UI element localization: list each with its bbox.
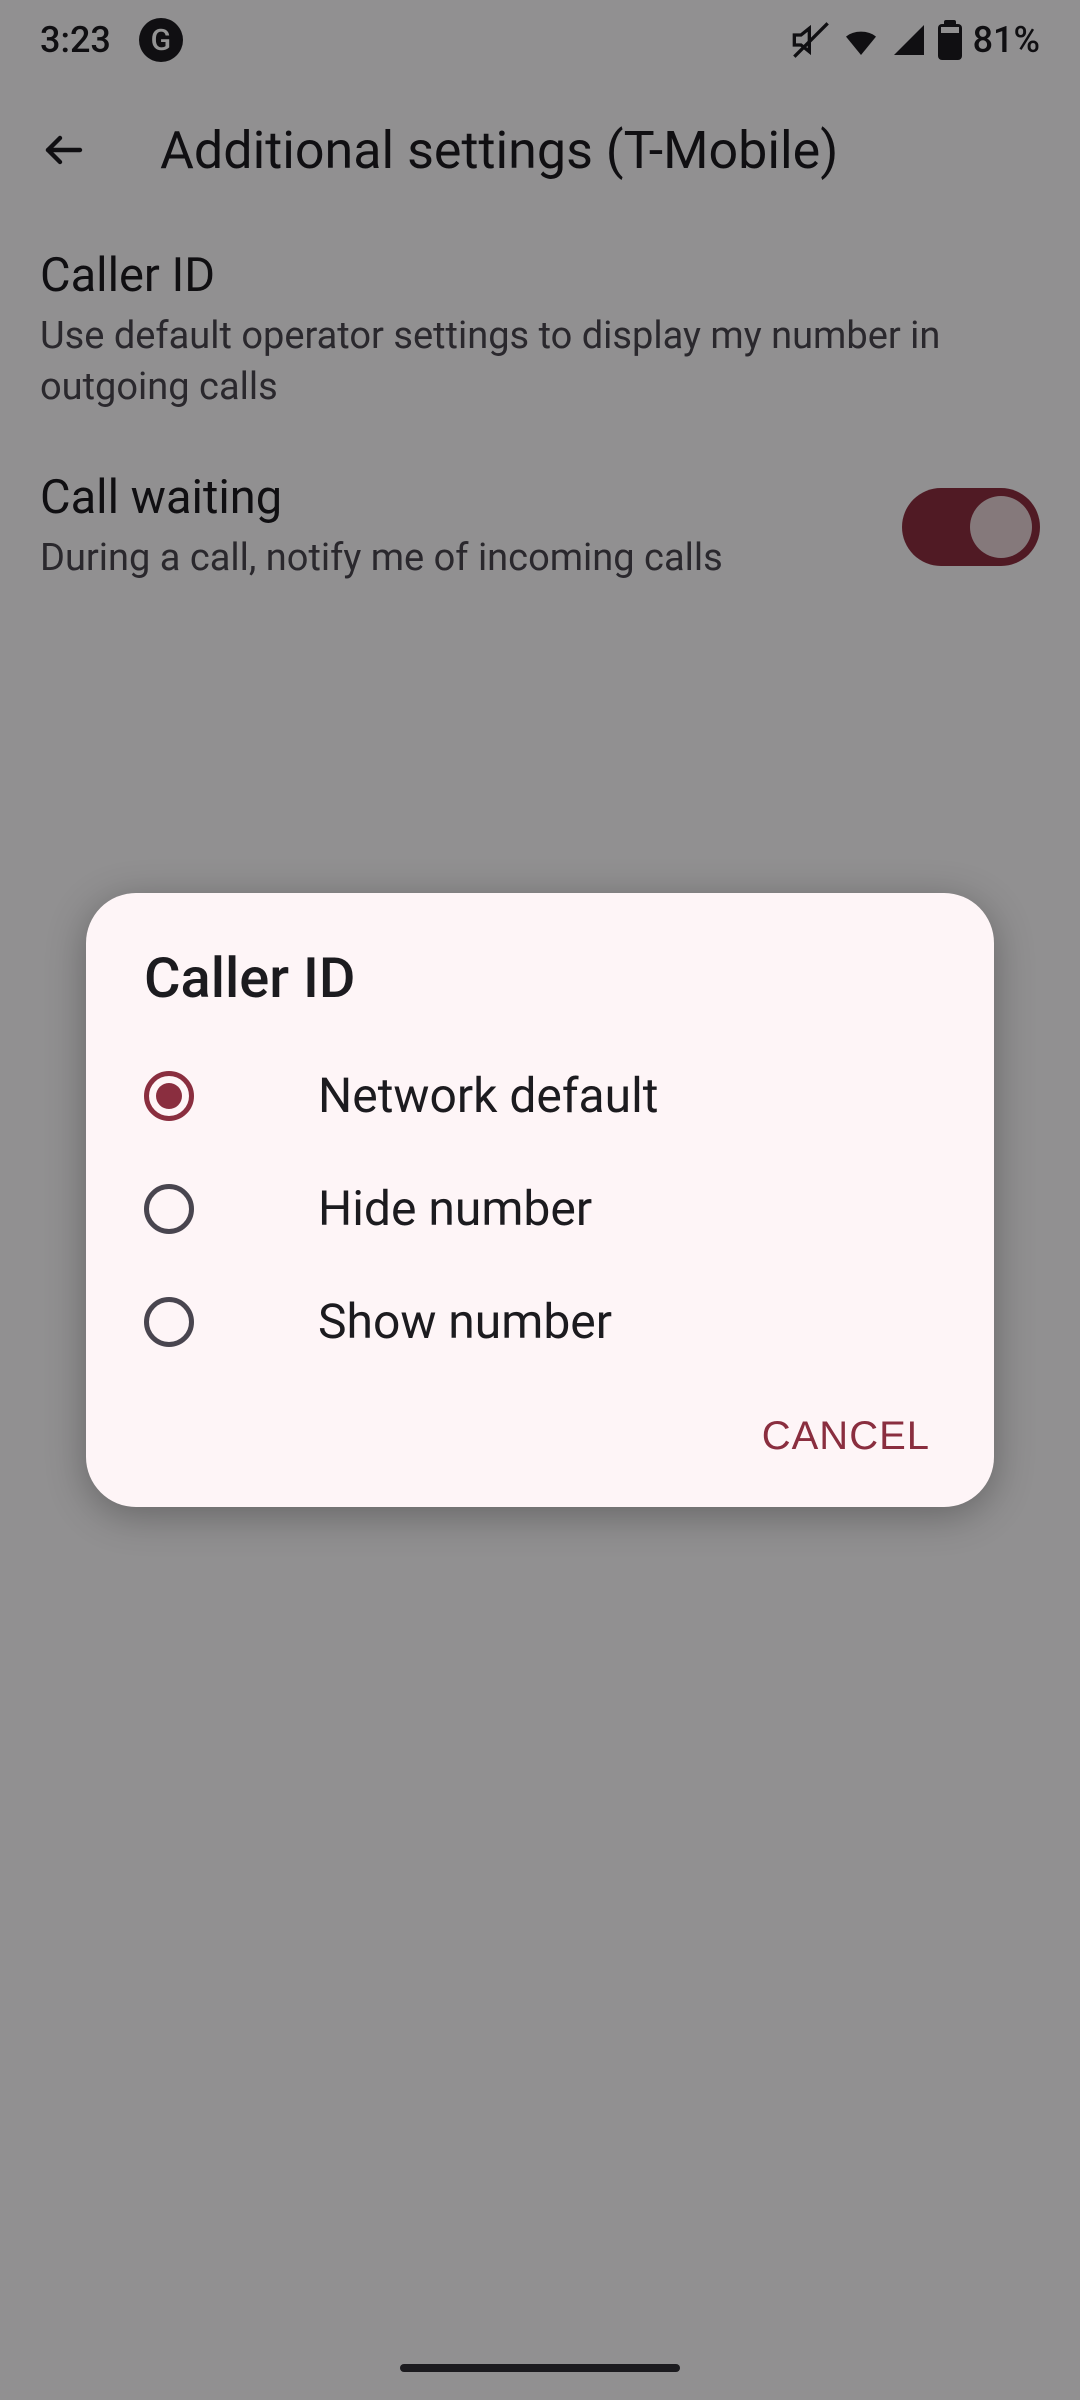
cancel-button[interactable]: CANCEL [762,1414,930,1459]
radio-icon [144,1184,194,1234]
gesture-nav-bar[interactable] [400,2364,680,2372]
radio-network-default[interactable]: Network default [86,1039,994,1152]
dialog-title: Caller ID [86,893,994,1039]
radio-show-number[interactable]: Show number [86,1265,994,1378]
caller-id-dialog: Caller ID Network default Hide number Sh… [86,893,994,1507]
radio-label: Hide number [318,1180,592,1237]
radio-icon [144,1297,194,1347]
dialog-options: Network default Hide number Show number [86,1039,994,1390]
dialog-actions: CANCEL [86,1390,994,1507]
radio-icon [144,1071,194,1121]
dialog-scrim[interactable]: Caller ID Network default Hide number Sh… [0,0,1080,2400]
radio-label: Network default [318,1067,659,1124]
radio-hide-number[interactable]: Hide number [86,1152,994,1265]
radio-label: Show number [318,1293,612,1350]
radio-inner-icon [156,1083,182,1109]
